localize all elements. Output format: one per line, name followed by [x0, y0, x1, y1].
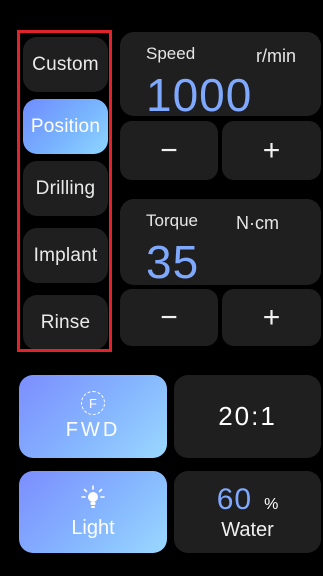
- torque-label: Torque: [146, 211, 198, 230]
- torque-panel: Torque N·cm 35: [120, 199, 321, 285]
- speed-label: Speed: [146, 44, 196, 63]
- light-toggle-button[interactable]: Light: [19, 471, 167, 553]
- water-unit: %: [264, 495, 279, 513]
- speed-panel: Speed r/min 1000: [120, 32, 321, 121]
- speed-value: 1000: [146, 69, 253, 121]
- water-value-row: 60 %: [217, 483, 279, 517]
- mode-selection-highlight: [17, 30, 112, 352]
- direction-label: FWD: [65, 419, 121, 441]
- ratio-label: 20:1: [218, 401, 277, 431]
- water-label: Water: [221, 518, 274, 541]
- ratio-button[interactable]: 20:1: [174, 375, 321, 458]
- direction-toggle-button[interactable]: F FWD: [19, 375, 167, 458]
- speed-decrease-button[interactable]: −: [120, 121, 218, 180]
- speed-unit: r/min: [256, 46, 296, 66]
- speed-increase-button[interactable]: +: [222, 121, 321, 180]
- torque-increase-button[interactable]: +: [222, 289, 321, 346]
- forward-icon-letter: F: [89, 395, 97, 411]
- light-label: Light: [71, 516, 115, 539]
- water-value: 60: [216, 482, 253, 516]
- torque-value: 35: [146, 236, 200, 288]
- water-button[interactable]: 60 % Water: [174, 471, 321, 553]
- lightbulb-icon: [81, 484, 105, 508]
- torque-decrease-button[interactable]: −: [120, 289, 218, 346]
- torque-unit: N·cm: [236, 213, 279, 233]
- forward-circle-icon: F: [81, 391, 105, 415]
